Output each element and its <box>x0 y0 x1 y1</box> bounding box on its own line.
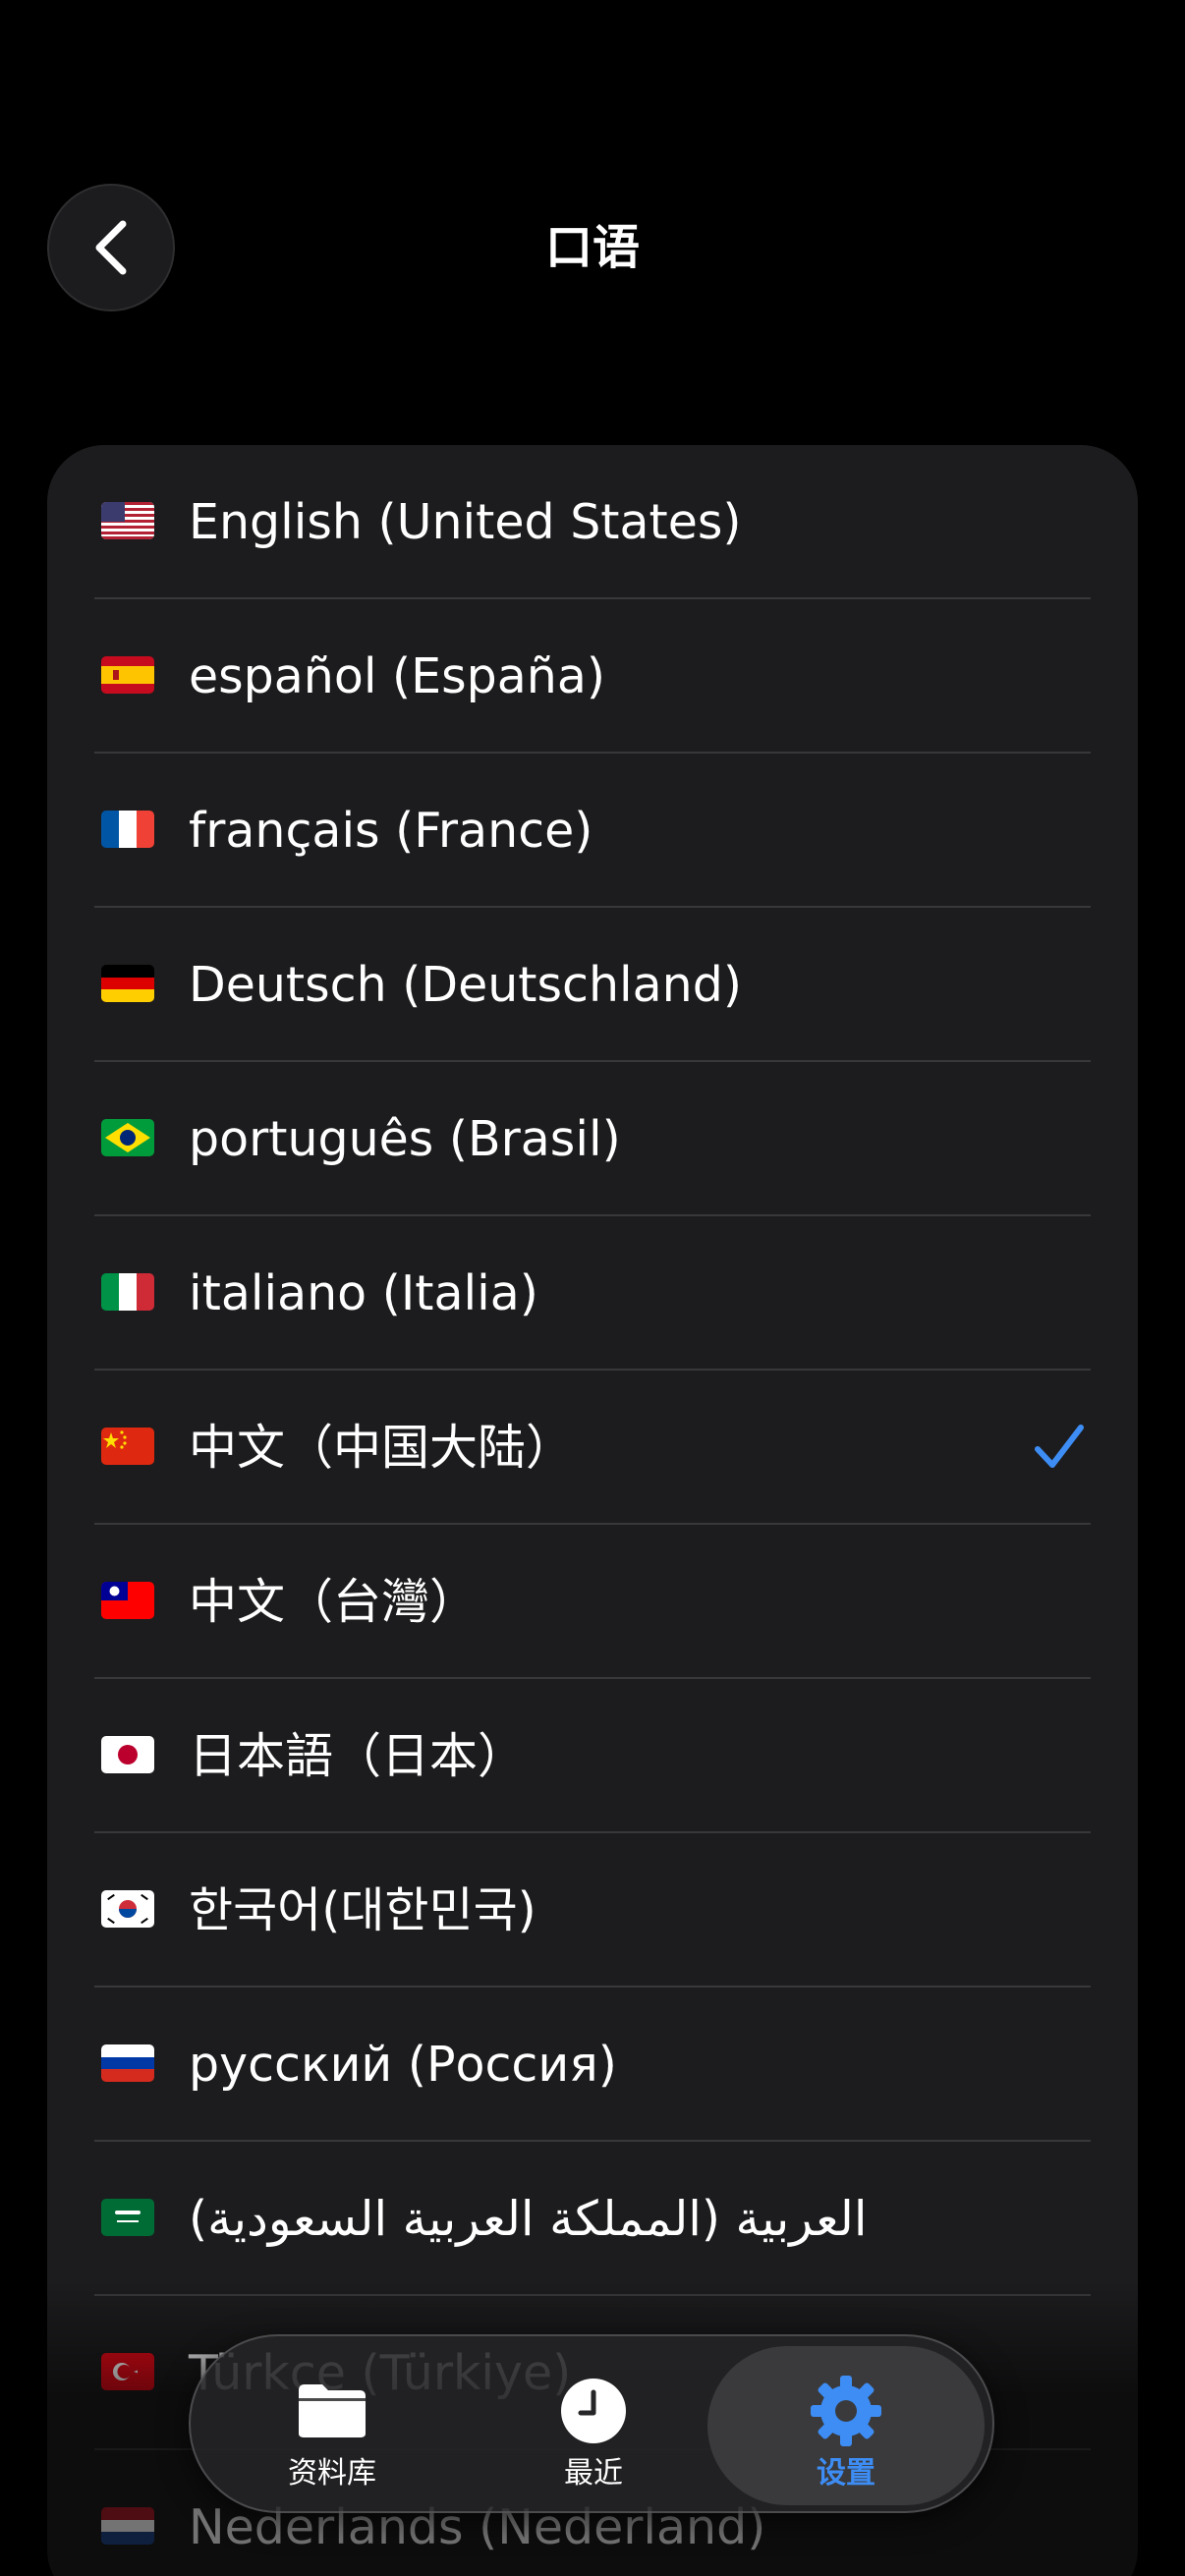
language-row-ko-kr[interactable]: 한국어(대한민국) <box>47 1833 1138 1988</box>
language-label: Deutsch (Deutschland) <box>189 957 742 1013</box>
language-label: italiano (Italia) <box>189 1265 538 1321</box>
folder-icon <box>295 2376 369 2446</box>
tr-flag-icon <box>101 2353 154 2390</box>
tab-label: 设置 <box>817 2456 875 2491</box>
tab-label: 最近 <box>564 2456 623 2491</box>
language-row-de-de[interactable]: Deutsch (Deutschland) <box>47 908 1138 1062</box>
language-row-ja-jp[interactable]: 日本語（日本） <box>47 1679 1138 1833</box>
kr-flag-icon <box>101 1890 154 1928</box>
language-label: English (United States) <box>189 494 742 550</box>
language-row-it-it[interactable]: italiano (Italia) <box>47 1216 1138 1371</box>
checkmark-icon <box>1035 1425 1084 1468</box>
tab-settings[interactable]: 设置 <box>707 2346 985 2505</box>
language-row-ru-ru[interactable]: русский (Россия) <box>47 1988 1138 2142</box>
language-label: français (France) <box>189 803 593 859</box>
clock-icon <box>556 2376 631 2446</box>
language-row-zh-cn[interactable]: 中文（中国大陆） <box>47 1371 1138 1525</box>
cn-flag-icon <box>101 1428 154 1465</box>
tab-bar: 资料库 最近 设置 <box>189 2334 994 2513</box>
br-flag-icon <box>101 1119 154 1156</box>
language-label: русский (Россия) <box>189 2037 617 2093</box>
sa-flag-icon <box>101 2199 154 2236</box>
language-row-es-es[interactable]: español (España) <box>47 599 1138 754</box>
language-list: English (United States) español (España)… <box>47 445 1138 2576</box>
language-label: 한국어(대한민국) <box>189 1882 536 1938</box>
it-flag-icon <box>101 1273 154 1311</box>
tab-recent[interactable]: 最近 <box>466 2346 721 2505</box>
language-row-fr-fr[interactable]: français (France) <box>47 754 1138 908</box>
language-row-zh-tw[interactable]: 中文（台灣） <box>47 1525 1138 1679</box>
us-flag-icon <box>101 502 154 539</box>
language-label: 中文（中国大陆） <box>189 1420 575 1476</box>
page-title: 口语 <box>544 220 640 275</box>
language-label: 中文（台灣） <box>189 1574 479 1630</box>
tw-flag-icon <box>101 1582 154 1619</box>
jp-flag-icon <box>101 1736 154 1773</box>
language-row-pt-br[interactable]: português (Brasil) <box>47 1062 1138 1216</box>
language-label: العربية (المملكة العربية السعودية) <box>189 2191 868 2247</box>
de-flag-icon <box>101 965 154 1002</box>
fr-flag-icon <box>101 811 154 848</box>
ru-flag-icon <box>101 2044 154 2082</box>
language-label: español (España) <box>189 648 605 704</box>
language-label: 日本語（日本） <box>189 1728 527 1784</box>
gear-icon <box>809 2376 883 2446</box>
es-flag-icon <box>101 656 154 694</box>
tab-library[interactable]: 资料库 <box>204 2346 460 2505</box>
language-row-ar-sa[interactable]: العربية (المملكة العربية السعودية) <box>47 2142 1138 2296</box>
language-row-en-us[interactable]: English (United States) <box>47 445 1138 599</box>
tab-label: 资料库 <box>288 2456 376 2491</box>
language-label: português (Brasil) <box>189 1111 621 1167</box>
nl-flag-icon <box>101 2507 154 2545</box>
